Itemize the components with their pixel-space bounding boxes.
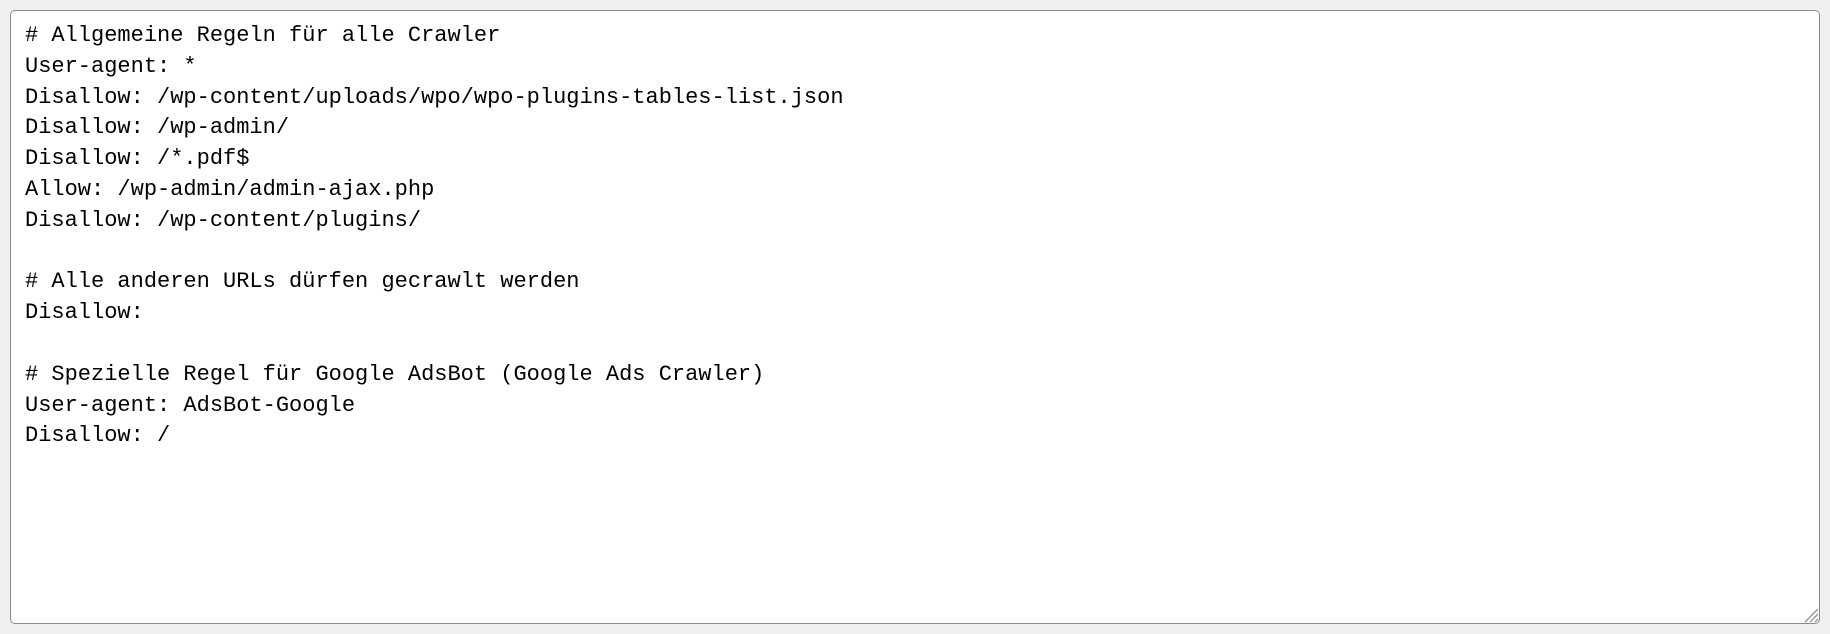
robots-txt-editor[interactable]	[11, 11, 1819, 623]
textarea-container	[10, 10, 1820, 624]
resize-icon	[1801, 605, 1819, 623]
resize-handle[interactable]	[1801, 605, 1819, 623]
